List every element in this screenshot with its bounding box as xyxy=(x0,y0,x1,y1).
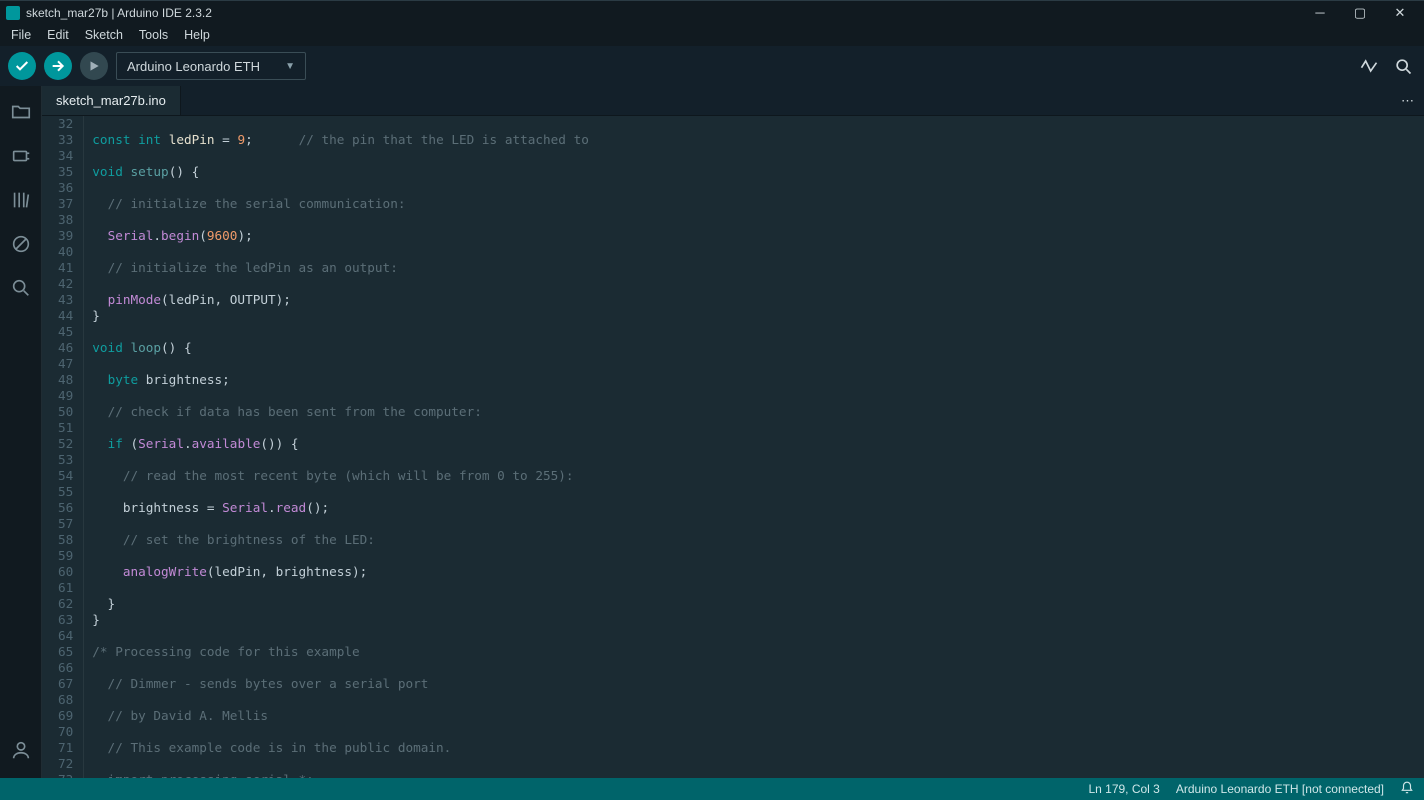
board-selector[interactable]: Arduino Leonardo ETH ▼ xyxy=(116,52,306,80)
library-icon xyxy=(10,189,32,211)
board-status[interactable]: Arduino Leonardo ETH [not connected] xyxy=(1176,782,1384,796)
window-controls: ─ ▢ ✕ xyxy=(1306,5,1414,21)
no-entry-icon xyxy=(10,233,32,255)
plotter-icon xyxy=(1359,56,1379,76)
toolbar: Arduino Leonardo ETH ▼ xyxy=(0,46,1424,86)
menubar: File Edit Sketch Tools Help xyxy=(0,24,1424,46)
check-icon xyxy=(14,58,30,74)
activity-bar xyxy=(0,86,42,778)
search-button[interactable] xyxy=(0,270,42,306)
chevron-down-icon: ▼ xyxy=(285,61,295,72)
serial-monitor-button[interactable] xyxy=(1390,53,1416,79)
menu-tools[interactable]: Tools xyxy=(132,26,175,44)
window-title: sketch_mar27b | Arduino IDE 2.3.2 xyxy=(26,6,1306,20)
folder-icon xyxy=(10,101,32,123)
library-manager-button[interactable] xyxy=(0,182,42,218)
menu-sketch[interactable]: Sketch xyxy=(78,26,130,44)
sketchbook-button[interactable] xyxy=(0,94,42,130)
notifications-button[interactable] xyxy=(1400,781,1414,798)
bell-icon xyxy=(1400,781,1414,795)
search-icon xyxy=(10,277,32,299)
titlebar: sketch_mar27b | Arduino IDE 2.3.2 ─ ▢ ✕ xyxy=(0,0,1424,24)
debug-button[interactable] xyxy=(80,52,108,80)
serial-plotter-button[interactable] xyxy=(1356,53,1382,79)
tab-bar: sketch_mar27b.ino ⋯ xyxy=(42,86,1424,116)
menu-edit[interactable]: Edit xyxy=(40,26,76,44)
main-area: sketch_mar27b.ino ⋯ 32 33 34 35 36 37 38… xyxy=(0,86,1424,778)
ellipsis-icon: ⋯ xyxy=(1401,93,1414,109)
minimize-button[interactable]: ─ xyxy=(1306,5,1334,21)
debug-panel-button[interactable] xyxy=(0,226,42,262)
code-content[interactable]: const int ledPin = 9; // the pin that th… xyxy=(84,116,589,778)
user-icon xyxy=(10,739,32,761)
line-gutter: 32 33 34 35 36 37 38 39 40 41 42 43 44 4… xyxy=(42,116,84,778)
arrow-right-icon xyxy=(50,58,66,74)
board-selector-label: Arduino Leonardo ETH xyxy=(127,59,260,74)
app-icon xyxy=(6,6,20,20)
account-button[interactable] xyxy=(0,732,42,768)
cursor-position[interactable]: Ln 179, Col 3 xyxy=(1088,782,1159,796)
debug-icon xyxy=(87,59,101,73)
verify-button[interactable] xyxy=(8,52,36,80)
close-button[interactable]: ✕ xyxy=(1386,5,1414,21)
code-editor[interactable]: 32 33 34 35 36 37 38 39 40 41 42 43 44 4… xyxy=(42,116,1424,778)
editor-area: sketch_mar27b.ino ⋯ 32 33 34 35 36 37 38… xyxy=(42,86,1424,778)
maximize-button[interactable]: ▢ xyxy=(1346,5,1374,21)
tab-more-button[interactable]: ⋯ xyxy=(1401,86,1424,115)
upload-button[interactable] xyxy=(44,52,72,80)
boards-manager-button[interactable] xyxy=(0,138,42,174)
board-icon xyxy=(10,145,32,167)
menu-help[interactable]: Help xyxy=(177,26,217,44)
statusbar: Ln 179, Col 3 Arduino Leonardo ETH [not … xyxy=(0,778,1424,800)
menu-file[interactable]: File xyxy=(4,26,38,44)
tab-active[interactable]: sketch_mar27b.ino xyxy=(42,86,181,115)
monitor-icon xyxy=(1393,56,1413,76)
